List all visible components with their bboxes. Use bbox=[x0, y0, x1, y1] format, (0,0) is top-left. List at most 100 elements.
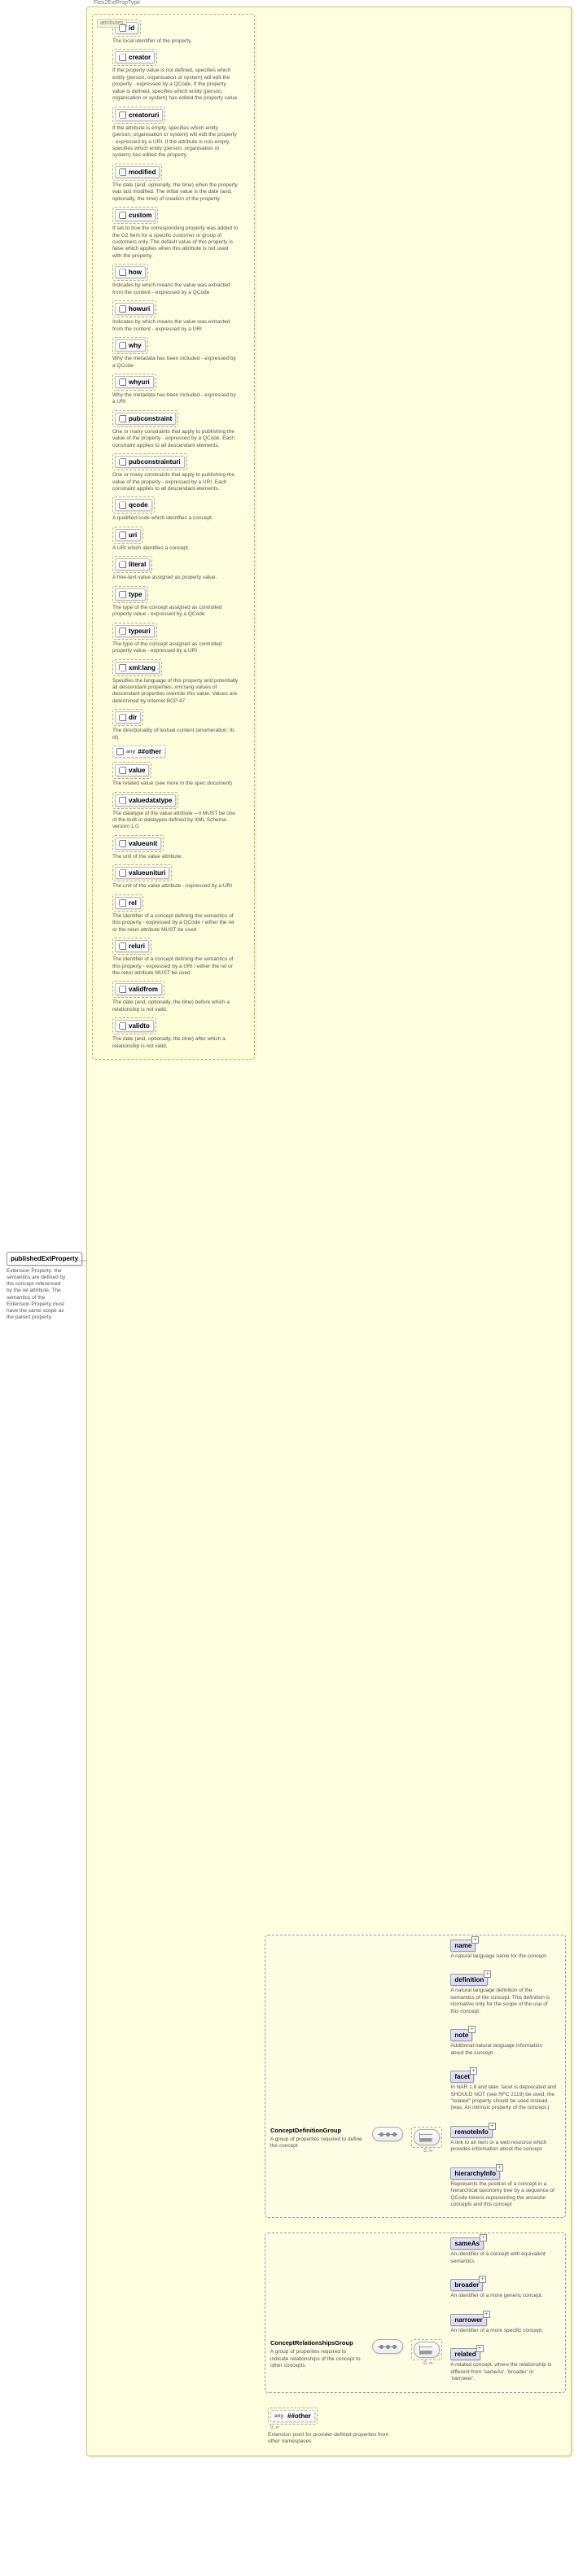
expand-icon[interactable]: + bbox=[484, 1970, 491, 1978]
attribute-chip[interactable]: whyuri bbox=[115, 376, 154, 388]
crg-children: +sameAsAn identifier of a concept with e… bbox=[450, 2237, 560, 2386]
attribute-chip[interactable]: howuri bbox=[115, 303, 154, 315]
expand-icon[interactable]: + bbox=[479, 2276, 486, 2283]
attribute-name: creator bbox=[129, 54, 151, 61]
attribute-name: pubconstraint bbox=[129, 415, 172, 422]
attribute-modified: modified The date (and, optionally, the t… bbox=[112, 164, 249, 203]
attribute-how: howIndicates by which means the value wa… bbox=[112, 264, 249, 296]
attribute-chip[interactable]: uri bbox=[115, 529, 141, 541]
type-container: Flex2ExtPropType attributes idThe local … bbox=[86, 7, 572, 2456]
attribute-chip[interactable]: validto bbox=[115, 1020, 154, 1032]
expand-icon[interactable]: + bbox=[496, 2164, 503, 2171]
attribute-chip[interactable]: reluri bbox=[115, 940, 149, 952]
attribute-desc: The directionality of textual content (e… bbox=[112, 728, 239, 741]
any-other-element: any ##other 0..∞ Extension point for pro… bbox=[268, 2408, 566, 2446]
attribute-desc: A free-text value assigned as property v… bbox=[112, 575, 239, 581]
cdg-children: +nameA natural language name for the con… bbox=[450, 1940, 560, 2212]
attribute-chip[interactable]: pubconstraint bbox=[115, 413, 176, 425]
attribute-name: literal bbox=[129, 561, 146, 568]
any-other-desc: Extension point for provider-defined pro… bbox=[268, 2432, 394, 2446]
attribute-desc: The unit of the value attribute - expres… bbox=[112, 883, 239, 890]
child-remoteInfo: +remoteInfoA link to an item or a web re… bbox=[450, 2126, 560, 2154]
attribute-chip[interactable]: dir bbox=[115, 711, 141, 724]
attribute-name: valuedatatype bbox=[129, 797, 172, 804]
attribute-howuri: howuriIndicates by which means the value… bbox=[112, 300, 249, 333]
attribute-name: validfrom bbox=[129, 986, 158, 993]
attribute-name: whyuri bbox=[129, 378, 150, 386]
attribute-name: ##other bbox=[138, 748, 161, 755]
element-chip[interactable]: sameAs bbox=[450, 2237, 484, 2250]
sequence-icon bbox=[372, 2339, 403, 2354]
attribute-typeuri: typeuriThe type of the concept assigned … bbox=[112, 623, 249, 655]
attribute-reluri: reluriThe identifier of a concept defini… bbox=[112, 938, 249, 977]
element-chip[interactable]: definition bbox=[450, 1974, 488, 1986]
root-element[interactable]: publishedExtProperty bbox=[7, 1252, 82, 1266]
attribute-name: reluri bbox=[129, 942, 145, 950]
attribute-chip[interactable]: pubconstrainturi bbox=[115, 456, 185, 468]
element-desc: An identifier of a concept with equivale… bbox=[450, 2251, 556, 2265]
element-chip[interactable]: remoteInfo bbox=[450, 2126, 492, 2138]
child-narrower: +narrowerAn identifier of a more specifi… bbox=[450, 2314, 560, 2334]
expand-icon[interactable]: + bbox=[483, 2311, 490, 2318]
attribute-chip[interactable]: xml:lang bbox=[115, 662, 160, 674]
attribute-chip[interactable]: any ##other bbox=[112, 746, 165, 758]
expand-icon[interactable]: + bbox=[489, 2123, 496, 2130]
attribute-chip[interactable]: validfrom bbox=[115, 983, 162, 995]
attribute-id: idThe local identifier of the property. bbox=[112, 20, 249, 45]
attribute-chip[interactable]: valueunituri bbox=[115, 867, 169, 879]
attribute-chip[interactable]: rel bbox=[115, 897, 141, 909]
attribute-name: howuri bbox=[129, 305, 150, 313]
expand-icon[interactable]: + bbox=[471, 1936, 479, 1944]
attribute-chip[interactable]: value bbox=[115, 764, 149, 776]
attribute-chip[interactable]: how bbox=[115, 266, 146, 278]
cdg-occ: 0..∞ bbox=[423, 2149, 432, 2154]
attribute-desc: A qualified code which identifies a conc… bbox=[112, 515, 239, 522]
attribute-name: modified bbox=[129, 168, 156, 176]
attribute-name: qcode bbox=[129, 501, 148, 509]
attribute-chip[interactable]: valueunit bbox=[115, 838, 161, 850]
attribute-whyuri: whyuriWhy the metadata has been included… bbox=[112, 374, 249, 406]
attribute-chip[interactable]: creator bbox=[115, 51, 155, 63]
attribute-chip[interactable]: type bbox=[115, 588, 146, 601]
element-desc: Additional natural language information … bbox=[450, 2043, 556, 2057]
expand-icon[interactable]: + bbox=[476, 2345, 484, 2352]
attribute-chip[interactable]: why bbox=[115, 339, 146, 352]
attribute-name: type bbox=[129, 591, 142, 598]
attribute-name: typeuri bbox=[129, 628, 151, 635]
any-other-occ: 0..∞ bbox=[270, 2425, 566, 2430]
attribute-chip[interactable]: literal bbox=[115, 558, 150, 571]
attribute-name: validto bbox=[129, 1022, 150, 1030]
attribute-chip[interactable]: typeuri bbox=[115, 625, 155, 637]
attribute-creator: creatorIf the property value is not defi… bbox=[112, 49, 249, 102]
element-name: note bbox=[454, 2031, 468, 2039]
cdg-label: ConceptDefinitionGroup bbox=[270, 2127, 341, 2134]
attribute-literal: literal A free-text value assigned as pro… bbox=[112, 556, 249, 581]
attribute-creatoruri: creatoruriIf the attribute is empty, spe… bbox=[112, 107, 249, 160]
attribute-chip[interactable]: modified bbox=[115, 166, 160, 178]
attribute-validto: validtoThe date (and, optionally, the ti… bbox=[112, 1017, 249, 1050]
attribute-name: uri bbox=[129, 531, 137, 539]
attribute-chip[interactable]: custom bbox=[115, 209, 156, 221]
root-element-name: publishedExtProperty bbox=[11, 1255, 78, 1262]
element-chip[interactable]: narrower bbox=[450, 2314, 486, 2326]
element-chip[interactable]: hierarchyInfo bbox=[450, 2167, 500, 2180]
attribute-chip[interactable]: creatoruri bbox=[115, 109, 163, 121]
attribute-custom: customIf set to true the corresponding p… bbox=[112, 207, 249, 260]
element-desc: A natural language definition of the sem… bbox=[450, 1988, 556, 2015]
expand-icon[interactable]: + bbox=[480, 2234, 487, 2241]
attribute-chip[interactable]: qcode bbox=[115, 499, 152, 511]
expand-icon[interactable]: + bbox=[468, 2026, 476, 2033]
attribute-desc: The date (and, optionally, the time) whe… bbox=[112, 182, 239, 203]
type-label: Flex2ExtPropType bbox=[94, 0, 140, 6]
attribute-chip[interactable]: valuedatatype bbox=[115, 794, 176, 807]
attribute-other: any ##other bbox=[112, 746, 249, 758]
expand-icon[interactable]: + bbox=[470, 2067, 477, 2075]
element-desc: In NAR 1.8 and later, facet is deprecate… bbox=[450, 2084, 556, 2112]
attribute-valueunit: valueunitThe unit of the value attribute… bbox=[112, 835, 249, 860]
element-desc: A related concept, where the relationshi… bbox=[450, 2362, 556, 2382]
attribute-desc: Why the metadata has been included - exp… bbox=[112, 356, 239, 370]
child-definition: +definitionA natural language definition… bbox=[450, 1974, 560, 2015]
element-name: facet bbox=[454, 2073, 470, 2080]
attribute-desc: The related value (see more in the spec … bbox=[112, 781, 239, 787]
attribute-rel: relThe identifier of a concept defining … bbox=[112, 894, 249, 934]
